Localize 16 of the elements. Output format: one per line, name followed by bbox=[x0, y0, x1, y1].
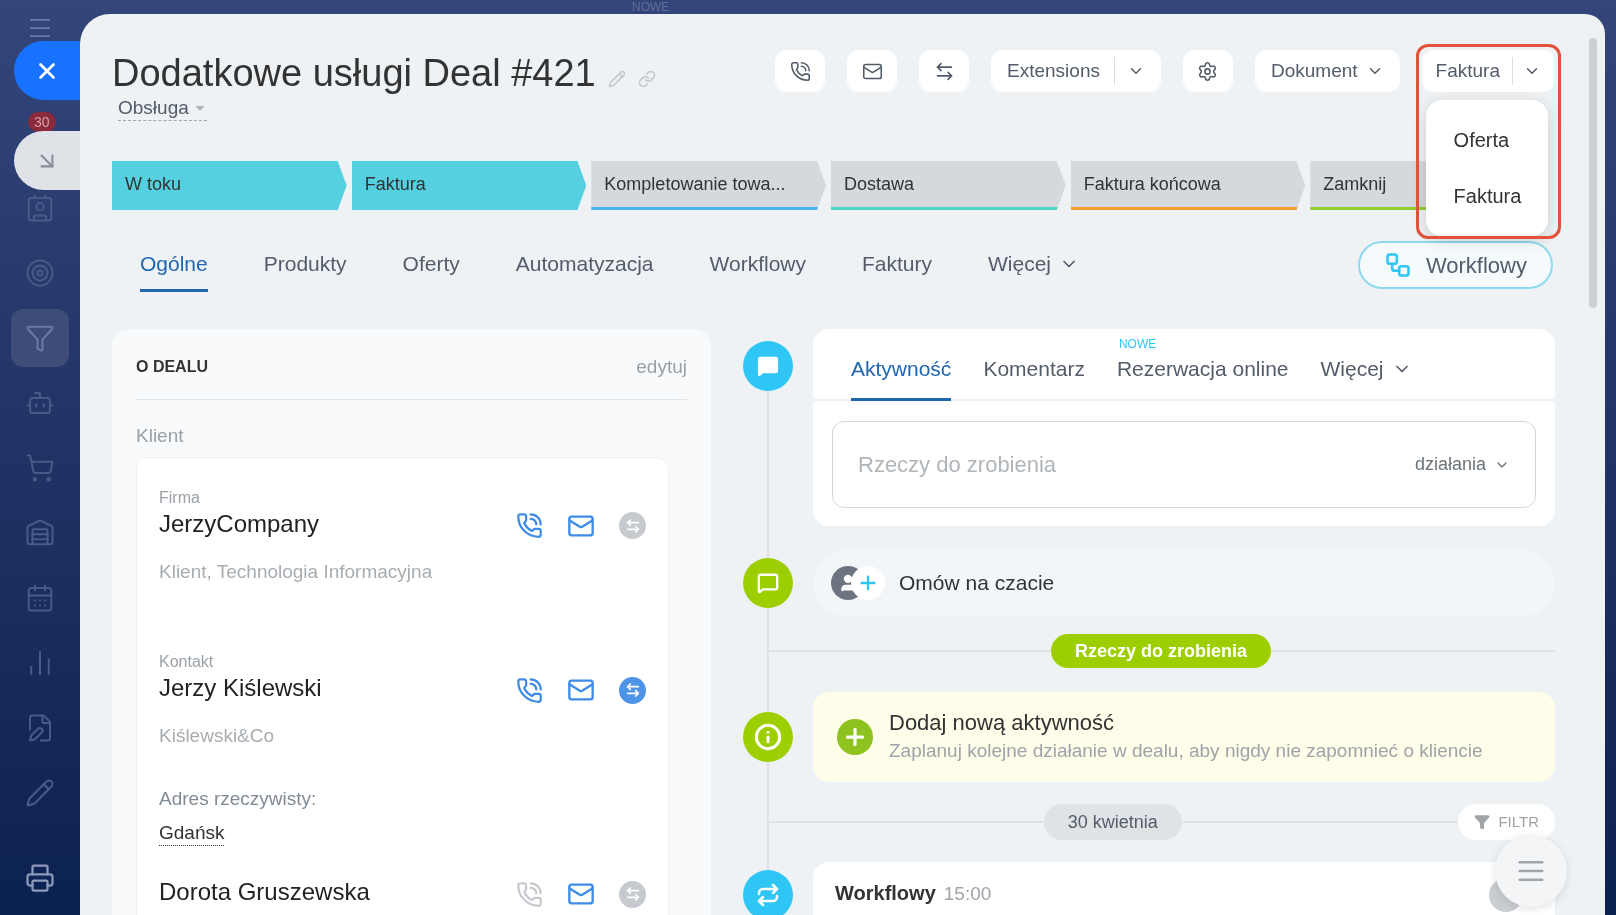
history-time: 15:00 bbox=[943, 882, 992, 906]
field-label: Klient bbox=[136, 424, 185, 448]
notification-badge: 30 bbox=[28, 112, 56, 132]
contact-detail: Klient, Technologia Informacyjna bbox=[159, 559, 433, 584]
field-label: Kontakt bbox=[159, 652, 215, 672]
new-label: NOWE bbox=[1118, 336, 1157, 353]
field-label: Adres rzeczywisty: bbox=[159, 786, 317, 811]
field-label: Firma bbox=[159, 487, 201, 508]
todo-pill: Rzeczy do zrobienia bbox=[1051, 634, 1272, 668]
add-activity-description: Zaplanuj kolejne działanie w dealu, aby nigdy nie zapomnieć o kliencie bbox=[889, 739, 1483, 763]
add-activity-title: Dodaj nową aktywność bbox=[889, 709, 1115, 737]
deal-title: Dodatkowe usługi Deal #421 bbox=[112, 51, 596, 96]
date-pill: 30 kwietnia bbox=[1043, 804, 1182, 840]
history-title: Workflowy bbox=[835, 881, 936, 906]
contact-detail: Kiślewski&Co bbox=[159, 724, 276, 748]
section-title: O DEALU bbox=[136, 357, 208, 377]
